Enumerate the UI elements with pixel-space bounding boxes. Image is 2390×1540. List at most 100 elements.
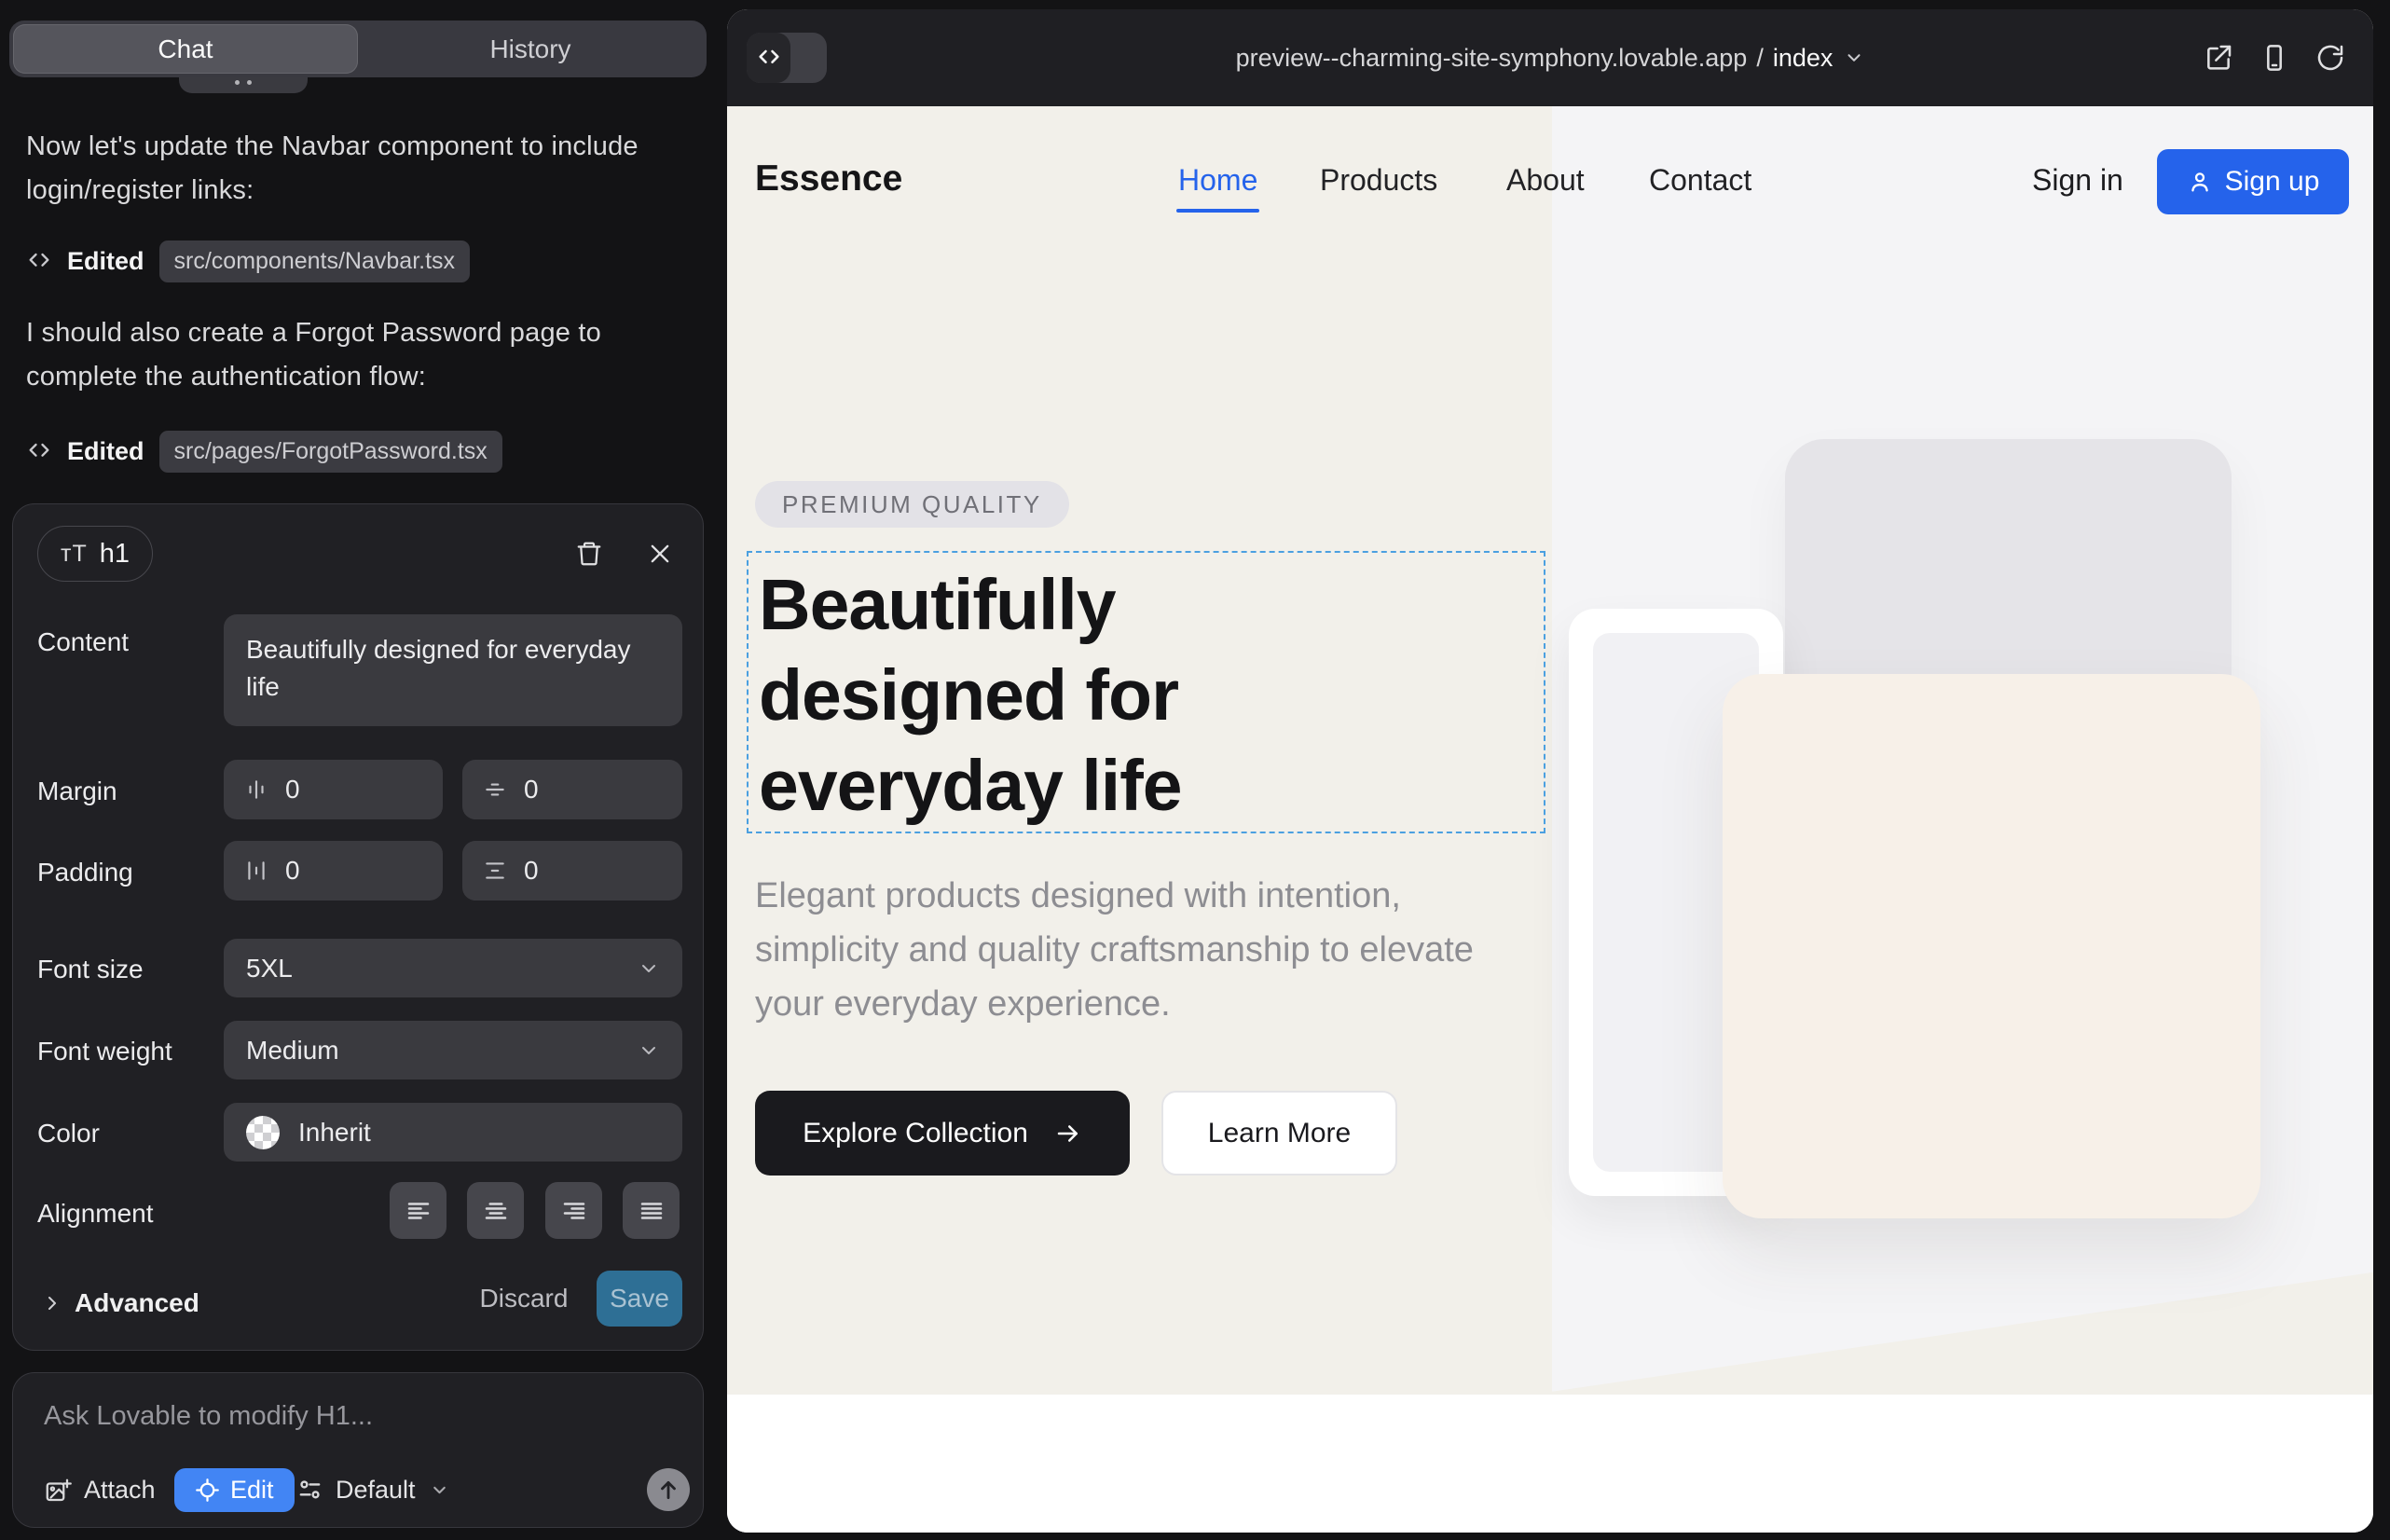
- model-label: Default: [336, 1476, 416, 1505]
- edit-label: Edit: [230, 1476, 274, 1505]
- alignment-label: Alignment: [37, 1199, 154, 1229]
- chat-message: Now let's update the Navbar component to…: [26, 125, 669, 213]
- font-weight-select[interactable]: Medium: [224, 1021, 682, 1079]
- align-right-button[interactable]: [545, 1182, 602, 1239]
- content-input[interactable]: Beautifully designed for everyday life: [224, 614, 682, 726]
- font-size-label: Font size: [37, 955, 144, 984]
- explore-label: Explore Collection: [803, 1118, 1028, 1149]
- edited-file-row[interactable]: Edited src/components/Navbar.tsx: [26, 239, 470, 283]
- mobile-icon: [2260, 43, 2289, 73]
- padding-x-input[interactable]: 0: [224, 841, 443, 901]
- margin-y-input[interactable]: 0: [462, 760, 682, 819]
- hero-headline-line: designed for: [759, 651, 1182, 741]
- nav-link-products[interactable]: Products: [1320, 163, 1437, 198]
- chevron-down-icon: [638, 957, 660, 980]
- trash-icon: [575, 540, 603, 568]
- send-arrow-icon: [656, 1478, 680, 1502]
- site-canvas: Essence Home Products About Contact Sign…: [727, 106, 2373, 1533]
- file-chip[interactable]: src/components/Navbar.tsx: [159, 241, 471, 282]
- tab-history[interactable]: History: [358, 24, 703, 74]
- edit-target-icon: [195, 1478, 220, 1503]
- preview-panel: preview--charming-site-symphony.lovable.…: [727, 9, 2373, 1533]
- padding-x-value: 0: [285, 856, 300, 886]
- padding-y-input[interactable]: 0: [462, 841, 682, 901]
- padding-y-icon: [483, 859, 507, 883]
- padding-y-value: 0: [524, 856, 539, 886]
- padding-x-icon: [244, 859, 268, 883]
- open-external-button[interactable]: [2203, 42, 2234, 74]
- sign-in-link[interactable]: Sign in: [2032, 163, 2123, 198]
- chat-message: I should also create a Forgot Password p…: [26, 311, 669, 399]
- preview-actions: [2203, 9, 2346, 106]
- element-editor-panel: тT h1 Content Beautifully designed for e…: [12, 503, 704, 1351]
- mobile-view-button[interactable]: [2259, 42, 2290, 74]
- edited-file-row[interactable]: Edited src/pages/ForgotPassword.tsx: [26, 429, 502, 474]
- refresh-icon: [2315, 43, 2345, 73]
- decor-card-cream: [1723, 674, 2260, 1218]
- color-value: Inherit: [298, 1118, 371, 1148]
- padding-label: Padding: [37, 858, 133, 887]
- advanced-toggle[interactable]: Advanced: [41, 1276, 199, 1330]
- attach-button[interactable]: Attach: [44, 1468, 156, 1512]
- sidebar: Chat History Now let's update the Navbar…: [0, 0, 727, 1540]
- learn-more-button[interactable]: Learn More: [1161, 1091, 1397, 1176]
- typography-icon: тT: [61, 541, 88, 568]
- delete-element-button[interactable]: [569, 533, 610, 574]
- chevron-down-icon: [1844, 48, 1864, 68]
- sign-up-button[interactable]: Sign up: [2157, 149, 2349, 214]
- hero-headline-line: everyday life: [759, 741, 1182, 832]
- align-justify-button[interactable]: [623, 1182, 680, 1239]
- margin-x-input[interactable]: 0: [224, 760, 443, 819]
- edited-label: Edited: [67, 247, 144, 276]
- selected-element-pill[interactable]: тT h1: [37, 526, 153, 582]
- align-center-icon: [482, 1197, 510, 1225]
- attach-label: Attach: [84, 1476, 156, 1505]
- refresh-button[interactable]: [2314, 42, 2346, 74]
- font-size-value: 5XL: [246, 954, 293, 983]
- nav-link-contact[interactable]: Contact: [1649, 163, 1751, 198]
- color-select[interactable]: Inherit: [224, 1103, 682, 1162]
- user-icon: [2187, 169, 2213, 195]
- transparent-swatch-icon: [246, 1116, 280, 1149]
- save-button[interactable]: Save: [597, 1271, 682, 1327]
- sliders-icon: [296, 1477, 323, 1504]
- edit-mode-button[interactable]: Edit: [174, 1468, 295, 1512]
- margin-y-value: 0: [524, 775, 539, 804]
- align-center-button[interactable]: [467, 1182, 524, 1239]
- preview-url[interactable]: preview--charming-site-symphony.lovable.…: [727, 9, 2373, 106]
- nav-link-home[interactable]: Home: [1178, 163, 1257, 198]
- align-left-icon: [405, 1197, 433, 1225]
- font-weight-label: Font weight: [37, 1037, 172, 1066]
- align-left-button[interactable]: [390, 1182, 446, 1239]
- hero-headline-line: Beautifully: [759, 560, 1182, 651]
- font-size-select[interactable]: 5XL: [224, 939, 682, 997]
- align-justify-icon: [638, 1197, 666, 1225]
- explore-collection-button[interactable]: Explore Collection: [755, 1091, 1130, 1176]
- chevron-right-icon: [41, 1292, 63, 1314]
- nav-link-about[interactable]: About: [1506, 163, 1585, 198]
- site-logo[interactable]: Essence: [755, 158, 902, 199]
- font-weight-value: Medium: [246, 1036, 339, 1066]
- sign-up-label: Sign up: [2225, 166, 2320, 198]
- edited-label: Edited: [67, 437, 144, 466]
- file-chip[interactable]: src/pages/ForgotPassword.tsx: [159, 431, 502, 473]
- discard-button[interactable]: Discard: [479, 1271, 569, 1327]
- tab-chat[interactable]: Chat: [13, 24, 358, 74]
- send-button[interactable]: [647, 1468, 690, 1511]
- url-separator: /: [1756, 44, 1764, 73]
- arrow-right-icon: [1054, 1120, 1082, 1148]
- external-link-icon: [2204, 43, 2233, 73]
- close-editor-button[interactable]: [639, 533, 680, 574]
- premium-quality-badge: PREMIUM QUALITY: [755, 481, 1069, 528]
- hero-headline[interactable]: Beautifully designed for everyday life: [759, 560, 1182, 832]
- composer-input[interactable]: [44, 1394, 659, 1438]
- chevron-down-icon: [638, 1039, 660, 1062]
- chat-history-tabs: Chat History: [9, 21, 707, 77]
- advanced-label: Advanced: [75, 1288, 199, 1318]
- align-right-icon: [560, 1197, 588, 1225]
- preview-topbar: preview--charming-site-symphony.lovable.…: [727, 9, 2373, 106]
- model-selector[interactable]: Default: [296, 1468, 449, 1512]
- code-icon: [26, 438, 52, 464]
- margin-x-icon: [244, 777, 268, 802]
- margin-x-value: 0: [285, 775, 300, 804]
